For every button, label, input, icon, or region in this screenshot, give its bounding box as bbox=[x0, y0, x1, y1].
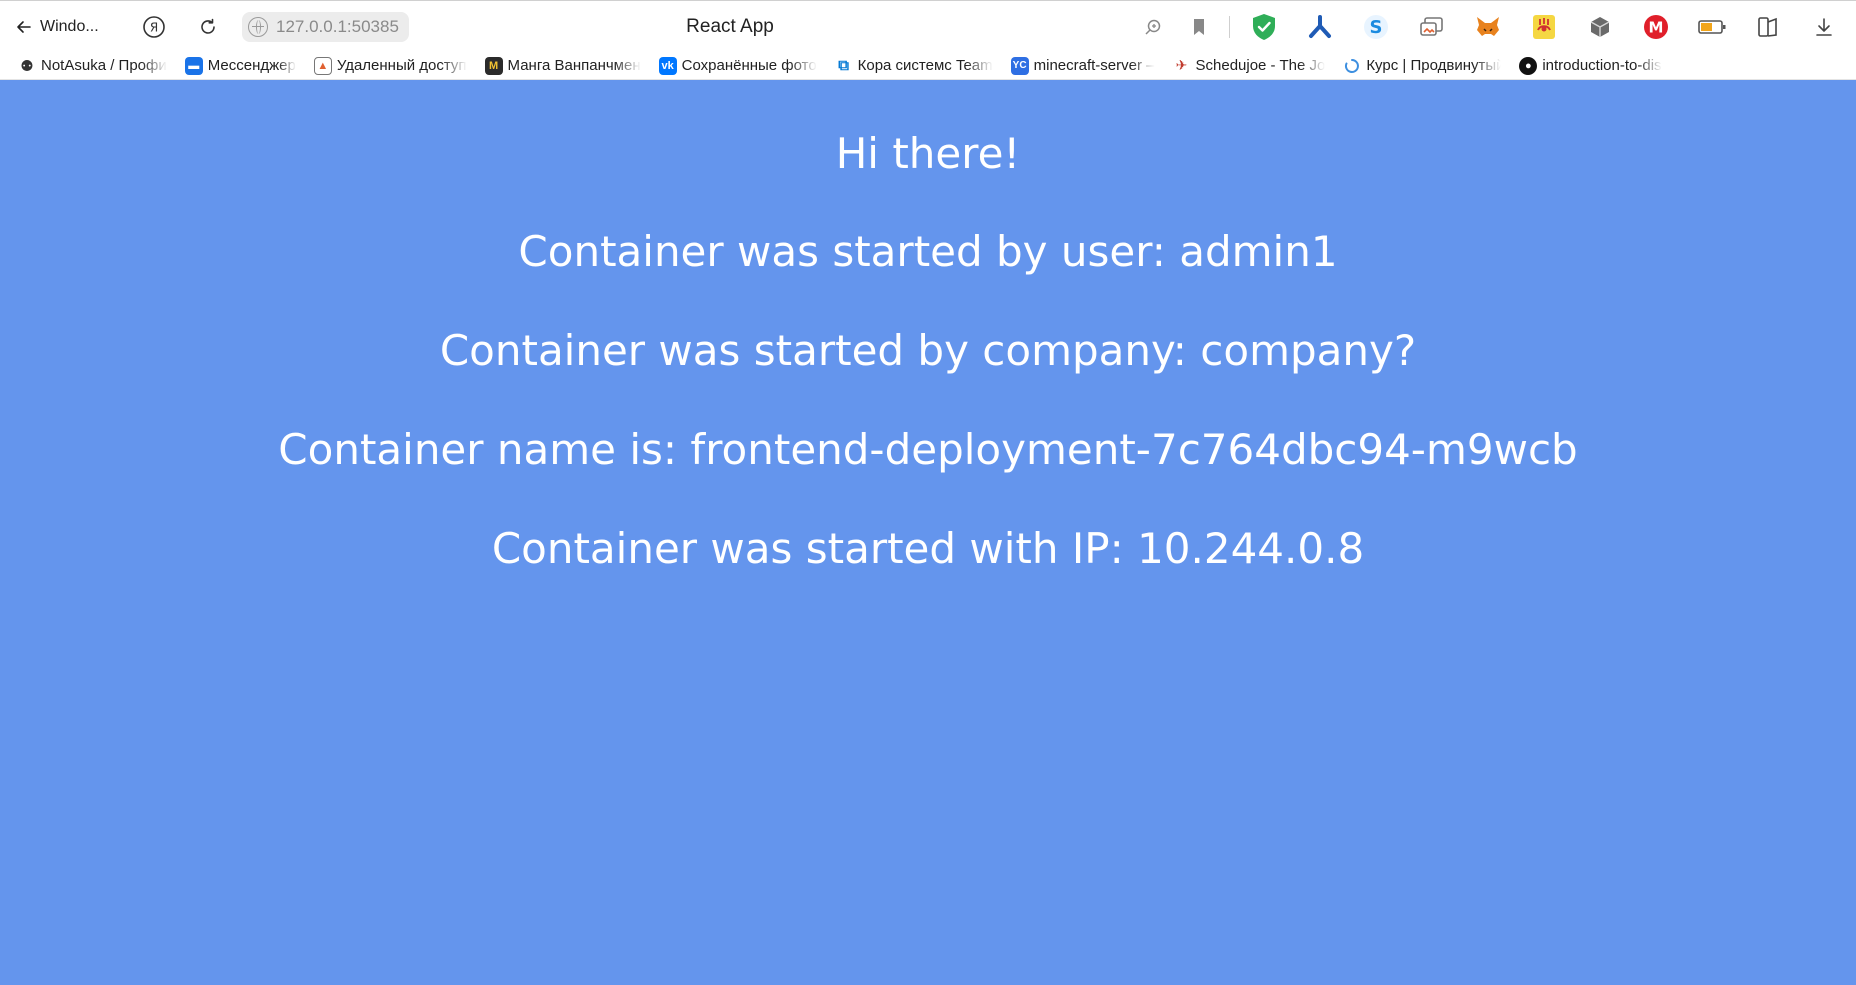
zoom-button[interactable] bbox=[1135, 9, 1171, 45]
battery-saver-button[interactable] bbox=[1694, 9, 1730, 45]
back-button-label: Windo... bbox=[40, 17, 99, 35]
container-name-heading: Container name is: frontend-deployment-7… bbox=[278, 425, 1578, 474]
bookmark-item[interactable]: ▲ Удаленный доступ bbox=[313, 56, 467, 75]
bookmark-item[interactable]: Курс | Продвинутый bbox=[1343, 57, 1501, 75]
bookmarks-bar: ⚉ NotAsuka / Профи ▬ Мессенджер ▲ Удален… bbox=[0, 52, 1856, 80]
cube-extension-icon bbox=[1590, 17, 1610, 37]
bookmark-item[interactable]: YC minecraft-server – bbox=[1010, 56, 1155, 75]
manga-icon: M bbox=[484, 56, 503, 75]
bookmark-label: Удаленный доступ bbox=[336, 57, 467, 74]
bookmark-item[interactable]: ● introduction-to-dis bbox=[1519, 56, 1662, 75]
eye-extension-icon bbox=[1533, 15, 1555, 39]
bookmark-label: introduction-to-dis bbox=[1542, 57, 1662, 74]
bookmark-label: Кора системс Team bbox=[857, 57, 993, 74]
bookmark-item[interactable]: ▬ Мессенджер bbox=[184, 56, 296, 75]
cast-extension-button[interactable] bbox=[1414, 9, 1450, 45]
greeting-heading: Hi there! bbox=[835, 129, 1021, 178]
remote-desktop-icon: ▲ bbox=[313, 56, 332, 75]
azure-devops-icon: ⧉ bbox=[838, 57, 849, 74]
metamask-extension-button[interactable] bbox=[1470, 9, 1506, 45]
svg-text:M: M bbox=[1649, 19, 1664, 37]
extensions-area: S M bbox=[1135, 1, 1856, 53]
bookmark-page-button[interactable] bbox=[1181, 9, 1217, 45]
bookmark-item[interactable]: M Манга Ванпанчмен bbox=[484, 56, 641, 75]
bookmark-label: Мессенджер bbox=[207, 57, 296, 74]
schedujoe-icon: ✈ bbox=[1175, 57, 1188, 73]
s-extension-button[interactable]: S bbox=[1358, 9, 1394, 45]
notasuka-icon: ⚉ bbox=[20, 57, 34, 75]
bookmark-item[interactable]: ✈ Schedujoe - The Jo bbox=[1173, 57, 1326, 75]
cube-extension-button[interactable] bbox=[1582, 9, 1618, 45]
downloads-button[interactable] bbox=[1806, 9, 1842, 45]
bookmark-icon bbox=[1194, 19, 1204, 35]
eye-extension-button[interactable] bbox=[1526, 9, 1562, 45]
container-company-heading: Container was started by company: compan… bbox=[439, 326, 1417, 375]
github-icon: ● bbox=[1519, 56, 1538, 75]
address-text: 127.0.0.1:50385 bbox=[276, 16, 399, 36]
yandex-button[interactable]: Я bbox=[138, 11, 170, 43]
download-icon bbox=[1816, 18, 1832, 36]
vpn-extension-button[interactable] bbox=[1302, 9, 1338, 45]
reading-list-icon bbox=[1758, 17, 1777, 37]
cast-icon bbox=[1420, 17, 1443, 36]
bookmark-label: Курс | Продвинутый bbox=[1366, 57, 1502, 74]
toolbar-divider bbox=[1229, 16, 1230, 38]
bookmark-label: Манга Ванпанчмен bbox=[507, 57, 641, 74]
shield-check-icon bbox=[1253, 14, 1275, 40]
back-button[interactable]: Windo... bbox=[14, 17, 114, 37]
battery-icon bbox=[1698, 20, 1726, 34]
site-info-icon[interactable] bbox=[248, 16, 268, 37]
address-bar[interactable]: 127.0.0.1:50385 bbox=[242, 11, 409, 42]
reading-list-button[interactable] bbox=[1750, 9, 1786, 45]
vpn-icon bbox=[1309, 15, 1331, 38]
bookmark-label: minecraft-server – bbox=[1033, 57, 1155, 74]
svg-text:S: S bbox=[1370, 17, 1383, 38]
bookmark-label: Schedujoe - The Jo bbox=[1195, 57, 1326, 74]
adblock-extension-button[interactable] bbox=[1246, 9, 1282, 45]
arrow-left-icon bbox=[17, 20, 31, 33]
container-ip-heading: Container was started with IP: 10.244.0.… bbox=[491, 524, 1365, 573]
bookmark-label: Сохранённые фото bbox=[681, 57, 817, 74]
browser-toolbar: Windo... Я 127.0.0.1:50385 React App S M bbox=[0, 0, 1856, 52]
reload-button[interactable] bbox=[192, 11, 224, 43]
yandex-icon: Я bbox=[143, 15, 165, 38]
svg-text:Я: Я bbox=[150, 20, 158, 34]
yandex-cloud-icon: YC bbox=[1010, 56, 1029, 75]
react-app-content: Hi there! Container was started by user:… bbox=[0, 80, 1856, 985]
bookmark-item[interactable]: vk Сохранённые фото bbox=[658, 56, 817, 75]
metamask-fox-icon bbox=[1477, 17, 1499, 36]
messenger-icon: ▬ bbox=[184, 56, 203, 75]
m-extension-button[interactable]: M bbox=[1638, 9, 1674, 45]
s-extension-icon: S bbox=[1364, 15, 1388, 39]
bookmark-label: NotAsuka / Профи bbox=[41, 57, 167, 74]
m-extension-icon: M bbox=[1644, 15, 1668, 39]
bookmark-item[interactable]: ⧉ Кора системс Team bbox=[835, 57, 993, 75]
reload-icon bbox=[201, 18, 215, 34]
bookmark-item[interactable]: ⚉ NotAsuka / Профи bbox=[18, 57, 167, 75]
container-user-heading: Container was started by user: admin1 bbox=[518, 227, 1338, 276]
course-loader-icon bbox=[1343, 57, 1361, 75]
zoom-icon bbox=[1145, 19, 1161, 35]
vk-icon: vk bbox=[658, 56, 677, 75]
